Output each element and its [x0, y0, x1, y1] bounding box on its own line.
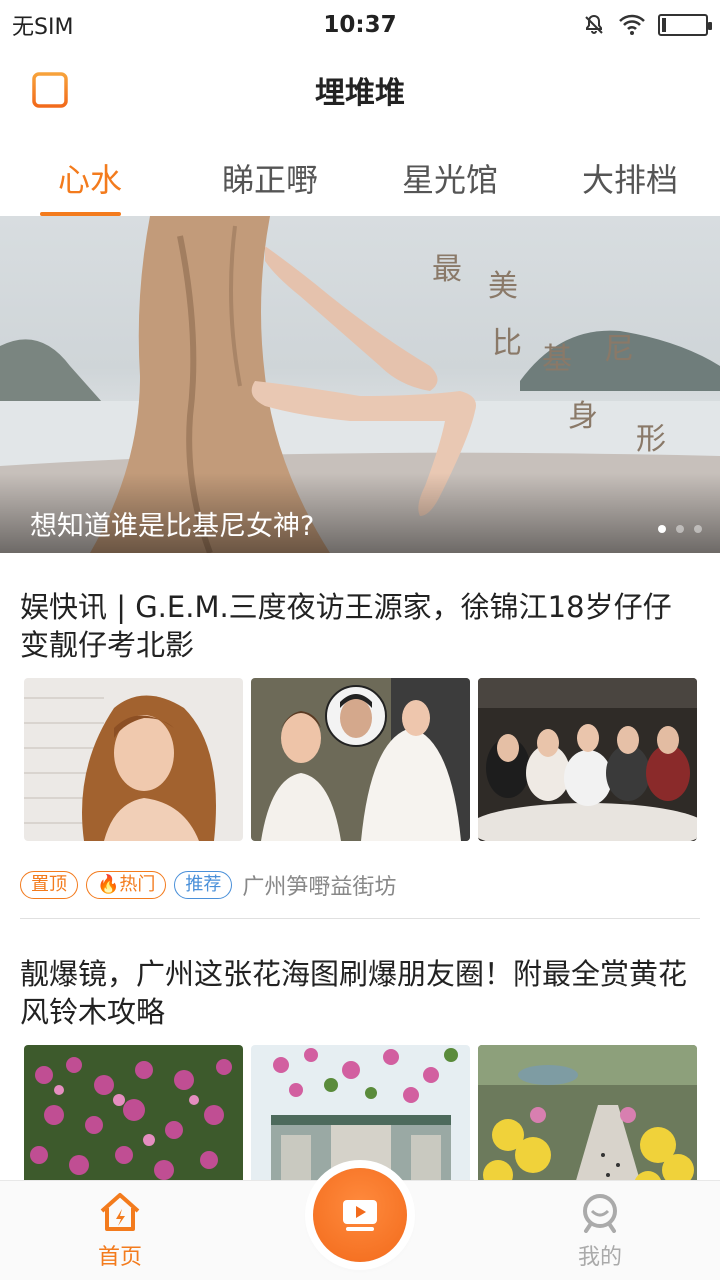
- document-list-icon[interactable]: [30, 70, 70, 110]
- banner-overlay-char: 尼: [604, 332, 634, 367]
- banner-overlay-char: 最: [432, 252, 462, 287]
- article-thumbnails: [20, 678, 700, 841]
- tab-dapaidang[interactable]: 大排档: [540, 140, 720, 216]
- thumbnail-image: [24, 678, 243, 841]
- app-title: 埋堆堆: [315, 76, 405, 111]
- hot-tag: 🔥热门: [86, 871, 167, 899]
- nav-me[interactable]: 我的: [540, 1191, 660, 1271]
- video-center-button[interactable]: [313, 1168, 407, 1262]
- banner-carousel[interactable]: 最 美 比 基 尼 身 形 想知道谁是比基尼女神?: [0, 216, 720, 553]
- tab-taizhengye[interactable]: 睇正嘢: [180, 140, 360, 216]
- tab-xingguangguan[interactable]: 星光馆: [360, 140, 540, 216]
- mute-bell-icon: [585, 14, 603, 34]
- banner-overlay-char: 基: [542, 342, 572, 377]
- article-title: 靓爆镜，广州这张花海图刷爆朋友圈！附最全赏黄花风铃木攻略: [20, 957, 688, 1029]
- carousel-dot: [658, 525, 666, 533]
- profile-icon: [583, 1194, 617, 1233]
- banner-overlay-char: 比: [492, 326, 522, 361]
- divider: [20, 918, 700, 919]
- wifi-icon: [619, 14, 645, 35]
- carousel-dot: [694, 525, 702, 533]
- banner-caption: 想知道谁是比基尼女神?: [30, 511, 315, 542]
- battery-icon: [658, 14, 712, 36]
- category-tabs: 心水 睇正嘢 星光馆 大排档: [0, 140, 720, 216]
- pinned-tag: 置顶: [20, 871, 78, 899]
- status-time: 10:37: [323, 12, 397, 38]
- status-icons: [508, 13, 712, 37]
- recommend-tag: 推荐: [174, 871, 233, 899]
- battery-level: [662, 18, 666, 32]
- banner-overlay-char: 形: [636, 422, 666, 457]
- flame-icon: 🔥: [97, 874, 120, 895]
- banner-overlay-char: 身: [568, 399, 598, 434]
- article-tags: 置顶 🔥热门 推荐 广州笋嘢益街坊: [20, 869, 700, 901]
- home-icon: [100, 1193, 140, 1231]
- app-bar: 埋堆堆: [0, 50, 720, 130]
- thumbnail-image: [478, 678, 697, 841]
- tab-xinshui[interactable]: 心水: [0, 140, 180, 216]
- nav-home-label: 首页: [97, 1245, 142, 1270]
- article-title: 娱快讯 | G.E.M.三度夜访王源家，徐锦江18岁仔仔变靓仔考北影: [20, 590, 672, 662]
- hot-tag-label: 热门: [119, 874, 156, 895]
- video-play-icon: [343, 1200, 377, 1231]
- nav-me-label: 我的: [577, 1245, 622, 1270]
- carousel-dot: [676, 525, 684, 533]
- nav-home[interactable]: 首页: [60, 1191, 180, 1271]
- article-card[interactable]: 娱快讯 | G.E.M.三度夜访王源家，徐锦江18岁仔仔变靓仔考北影 置顶 🔥热…: [20, 588, 700, 901]
- thumbnail-image: [251, 678, 470, 841]
- banner-overlay-char: 美: [488, 269, 518, 304]
- article-source: 广州笋嘢益街坊: [242, 875, 397, 900]
- status-bar: 无SIM 10:37: [0, 0, 720, 50]
- carrier-label: 无SIM: [12, 15, 74, 40]
- carousel-indicator: [658, 525, 702, 533]
